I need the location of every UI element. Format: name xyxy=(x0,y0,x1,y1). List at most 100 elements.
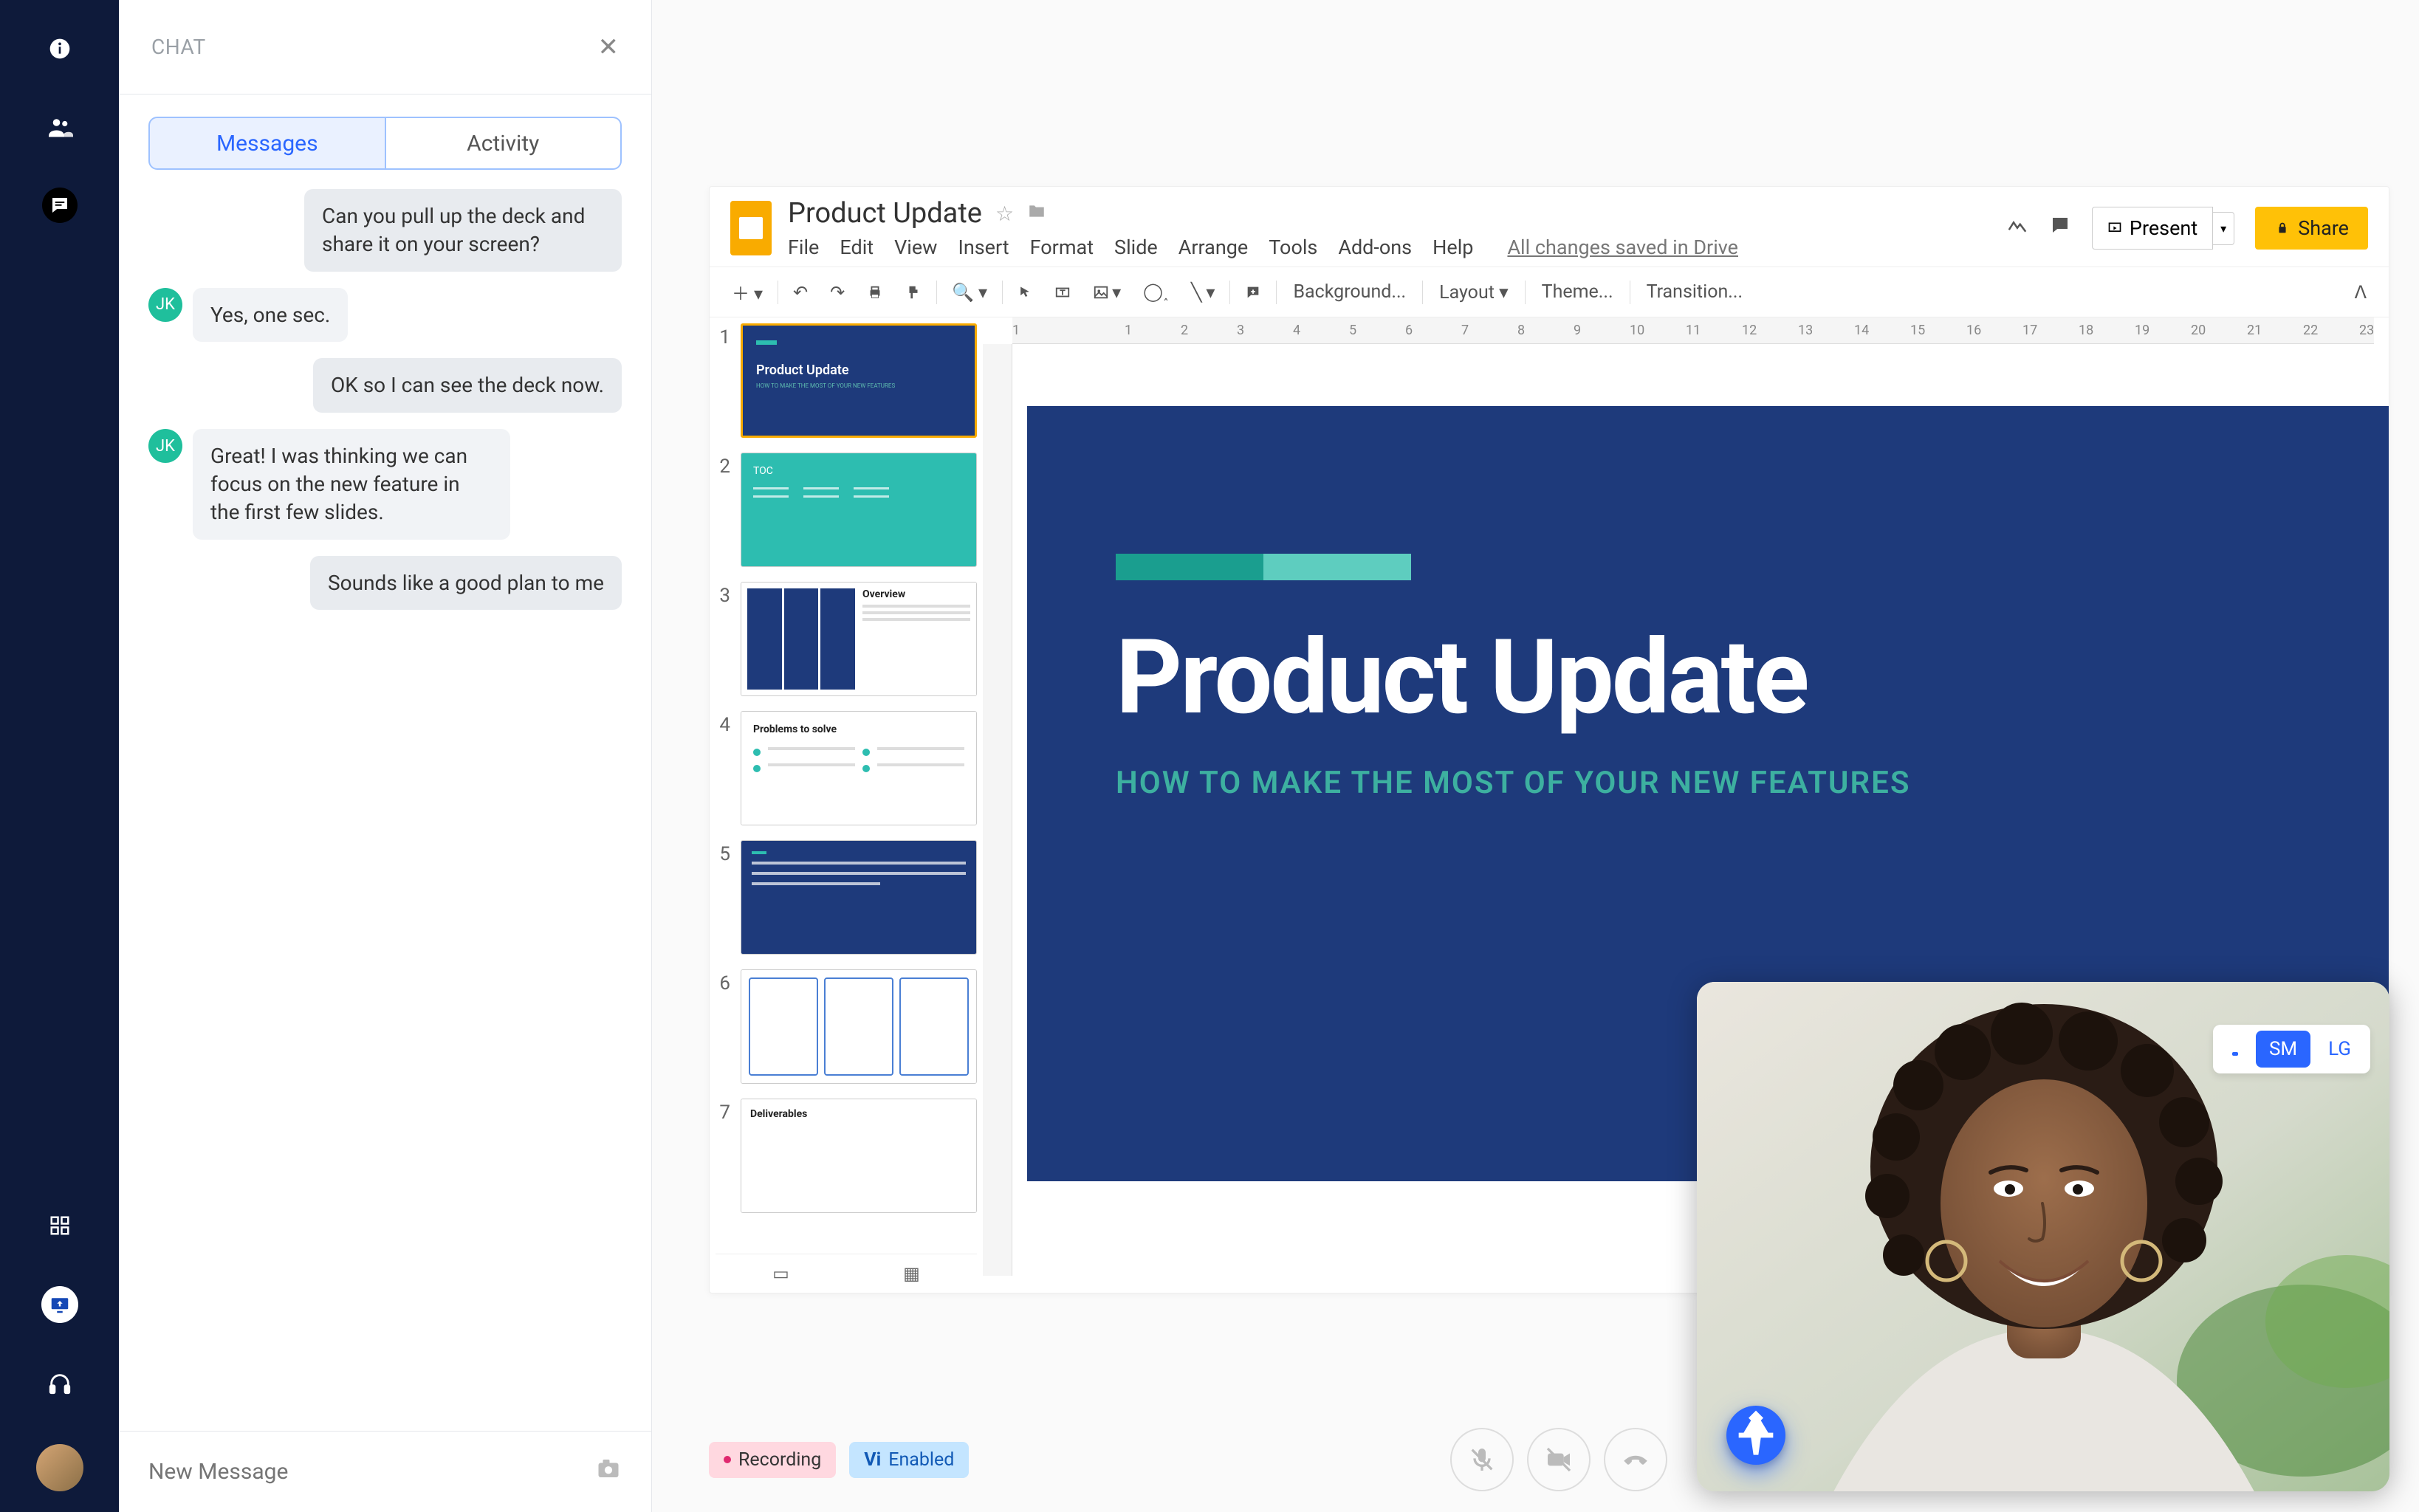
pip-size-min[interactable] xyxy=(2219,1031,2251,1063)
filmstrip-view-icon[interactable]: ▭ xyxy=(772,1263,789,1276)
new-message-input[interactable] xyxy=(148,1459,595,1485)
message-text: Great! I was thinking we can focus on th… xyxy=(193,429,510,539)
left-nav-rail xyxy=(0,0,119,1512)
textbox-tool[interactable] xyxy=(1047,280,1078,305)
pip-size-control: SM LG xyxy=(2213,1025,2370,1073)
main-content: Product Update ☆ File Edit View Insert F… xyxy=(652,0,2419,1512)
star-icon[interactable]: ☆ xyxy=(995,202,1014,226)
chat-message: JK Yes, one sec. xyxy=(148,288,622,343)
apps-grid-icon[interactable] xyxy=(42,1208,78,1243)
print-button[interactable] xyxy=(859,280,891,305)
chat-panel: CHAT ✕ Messages Activity Can you pull up… xyxy=(119,0,652,1512)
new-slide-button[interactable]: ＋ ▾ xyxy=(724,275,770,309)
present-dropdown[interactable]: ▾ xyxy=(2213,212,2234,245)
image-tool[interactable]: ▾ xyxy=(1085,278,1128,307)
headphones-icon[interactable] xyxy=(42,1366,78,1401)
chat-icon[interactable] xyxy=(42,188,78,223)
message-text: OK so I can see the deck now. xyxy=(313,358,622,413)
comment-tool[interactable] xyxy=(1238,280,1269,305)
chat-messages: Can you pull up the deck and share it on… xyxy=(119,170,651,1431)
activity-icon[interactable] xyxy=(2006,214,2028,242)
chat-input-row xyxy=(119,1431,651,1512)
people-icon[interactable] xyxy=(42,109,78,145)
share-button[interactable]: Share xyxy=(2255,207,2368,250)
thumbnail-6[interactable]: 6 xyxy=(716,969,977,1084)
sender-avatar: JK xyxy=(148,429,182,463)
menu-bar: File Edit View Insert Format Slide Arran… xyxy=(788,236,1738,259)
chat-message: JK Great! I was thinking we can focus on … xyxy=(148,429,622,539)
slide-subtitle: HOW TO MAKE THE MOST OF YOUR NEW FEATURE… xyxy=(1116,765,2300,801)
folder-icon[interactable] xyxy=(1027,202,1046,226)
document-title[interactable]: Product Update xyxy=(788,197,982,230)
vi-chip[interactable]: Vi Enabled xyxy=(849,1442,969,1478)
close-icon[interactable]: ✕ xyxy=(598,32,620,62)
tab-activity[interactable]: Activity xyxy=(386,117,622,170)
comments-icon[interactable] xyxy=(2049,214,2071,242)
tab-messages[interactable]: Messages xyxy=(148,117,386,170)
thumbnail-2[interactable]: 2TOC xyxy=(716,453,977,567)
info-icon[interactable] xyxy=(42,31,78,66)
thumbnail-3[interactable]: 3Overview xyxy=(716,582,977,696)
theme-button[interactable]: Theme... xyxy=(1533,277,1622,307)
layout-button[interactable]: Layout ▾ xyxy=(1430,277,1517,308)
recording-chip[interactable]: Recording xyxy=(709,1442,836,1478)
slide-thumbnails[interactable]: 1Product UpdateHOW TO MAKE THE MOST OF Y… xyxy=(710,317,983,1276)
thumbnail-1[interactable]: 1Product UpdateHOW TO MAKE THE MOST OF Y… xyxy=(716,323,977,438)
menu-slide[interactable]: Slide xyxy=(1114,236,1158,259)
slides-titlebar: Product Update ☆ File Edit View Insert F… xyxy=(710,187,2389,259)
pip-size-sm[interactable]: SM xyxy=(2256,1031,2310,1068)
message-text: Yes, one sec. xyxy=(193,288,348,343)
save-status[interactable]: All changes saved in Drive xyxy=(1507,236,1738,259)
menu-edit[interactable]: Edit xyxy=(840,236,874,259)
chat-message: Sounds like a good plan to me xyxy=(148,556,622,611)
menu-file[interactable]: File xyxy=(788,236,819,259)
video-pip[interactable]: SM LG xyxy=(1697,982,2389,1491)
zoom-button[interactable]: 🔍 ▾ xyxy=(944,278,995,307)
message-text: Sounds like a good plan to me xyxy=(310,556,622,611)
pin-button[interactable] xyxy=(1726,1406,1785,1465)
menu-arrange[interactable]: Arrange xyxy=(1178,236,1248,259)
chat-title: CHAT xyxy=(151,35,206,59)
shape-tool[interactable]: ◯˰ xyxy=(1136,277,1176,307)
grid-view-icon[interactable]: ▦ xyxy=(903,1263,920,1276)
camera-off-button[interactable] xyxy=(1527,1428,1591,1491)
vertical-ruler xyxy=(983,344,1012,1276)
accent-bar xyxy=(1116,554,2300,580)
message-text: Can you pull up the deck and share it on… xyxy=(304,189,622,272)
thumbnail-5[interactable]: 5 xyxy=(716,840,977,955)
pip-size-lg[interactable]: LG xyxy=(2315,1031,2364,1068)
thumbnail-7[interactable]: 7Deliverables xyxy=(716,1099,977,1213)
present-button[interactable]: Present xyxy=(2092,207,2213,250)
chat-message: Can you pull up the deck and share it on… xyxy=(148,189,622,272)
present-control: Present ▾ xyxy=(2092,207,2234,250)
menu-view[interactable]: View xyxy=(894,236,937,259)
slides-toolbar: ＋ ▾ ↶ ↷ 🔍 ▾ ▾ ◯˰ ╲ ▾ Background... Layou… xyxy=(710,267,2389,317)
background-button[interactable]: Background... xyxy=(1284,277,1415,307)
user-avatar[interactable] xyxy=(36,1444,83,1491)
line-tool[interactable]: ╲ ▾ xyxy=(1184,278,1222,307)
menu-format[interactable]: Format xyxy=(1030,236,1094,259)
slide-title: Product Update xyxy=(1116,617,2300,738)
thumbnail-view-controls: ▭ ▦ xyxy=(716,1254,977,1276)
slides-logo-icon xyxy=(730,201,772,255)
paint-format-button[interactable] xyxy=(898,280,929,305)
thumbnail-4[interactable]: 4Problems to solve xyxy=(716,711,977,825)
menu-help[interactable]: Help xyxy=(1432,236,1473,259)
redo-button[interactable]: ↷ xyxy=(823,278,852,307)
chat-tabs: Messages Activity xyxy=(119,94,651,170)
mic-mute-button[interactable] xyxy=(1450,1428,1514,1491)
chat-message: OK so I can see the deck now. xyxy=(148,358,622,413)
menu-insert[interactable]: Insert xyxy=(958,236,1009,259)
sender-avatar: JK xyxy=(148,288,182,322)
undo-button[interactable]: ↶ xyxy=(786,278,815,307)
camera-icon[interactable] xyxy=(595,1455,622,1488)
select-tool[interactable] xyxy=(1010,281,1040,304)
horizontal-ruler: 1123456789101112131415161718192021222324 xyxy=(1012,317,2374,344)
menu-addons[interactable]: Add-ons xyxy=(1338,236,1412,259)
collapse-toolbar-icon[interactable]: ᐱ xyxy=(2347,278,2374,307)
menu-tools[interactable]: Tools xyxy=(1269,236,1317,259)
share-screen-button[interactable] xyxy=(41,1286,78,1323)
hangup-button[interactable] xyxy=(1604,1428,1667,1491)
chat-header: CHAT ✕ xyxy=(119,0,651,94)
transition-button[interactable]: Transition... xyxy=(1638,277,1751,307)
